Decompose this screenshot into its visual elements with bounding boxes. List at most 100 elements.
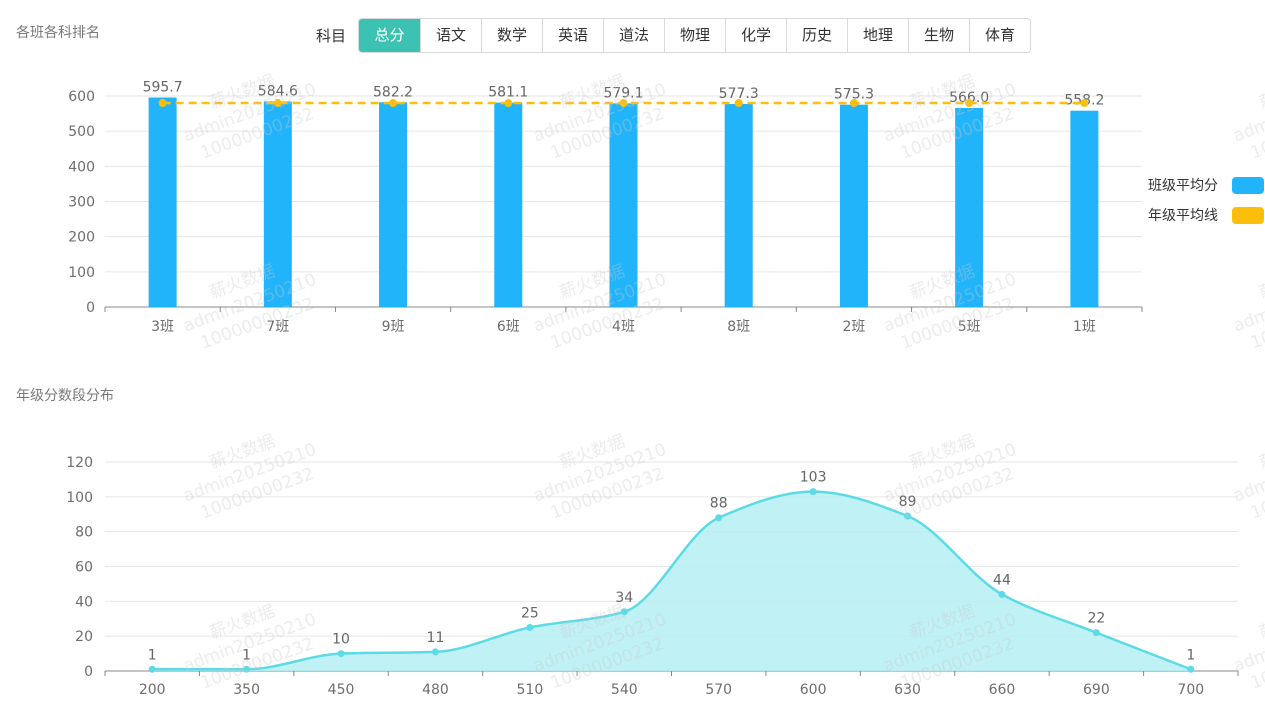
subject-filter-label: 科目 <box>316 26 347 45</box>
subject-tab[interactable]: 英语 <box>542 18 603 52</box>
y-tick-label: 300 <box>68 195 95 211</box>
data-point <box>1187 665 1195 673</box>
subject-tab[interactable]: 总分 <box>359 18 421 52</box>
x-tick-label: 570 <box>705 682 732 698</box>
data-label: 25 <box>521 605 539 621</box>
average-point <box>504 99 513 108</box>
data-point <box>148 665 156 673</box>
y-tick-label: 20 <box>75 629 93 645</box>
average-point <box>619 99 628 108</box>
data-label: 582.2 <box>373 84 413 100</box>
average-point <box>1080 99 1089 108</box>
y-tick-label: 200 <box>68 230 95 246</box>
x-tick-label: 660 <box>989 682 1016 698</box>
x-tick-label: 480 <box>422 682 449 698</box>
x-tick-label: 700 <box>1177 682 1204 698</box>
data-point <box>431 648 439 656</box>
distribution-area-chart: 0 20 40 60 80 100 120 1 200 1 350 10 450 11 480 25 510 34… <box>66 455 1239 698</box>
data-label: 34 <box>615 590 633 606</box>
data-label: 103 <box>800 470 827 486</box>
distribution-area <box>152 491 1191 671</box>
data-label: 1 <box>148 647 157 663</box>
x-tick-label: 630 <box>894 682 921 698</box>
subject-tab[interactable]: 历史 <box>786 18 847 52</box>
bar <box>839 104 868 308</box>
data-point <box>809 488 817 496</box>
bar <box>955 107 984 307</box>
subject-tab[interactable]: 道法 <box>603 18 664 52</box>
bar <box>263 101 292 307</box>
y-tick-label: 60 <box>75 560 93 576</box>
data-label: 584.6 <box>258 83 298 99</box>
distribution-chart-title: 年级分数段分布 <box>16 388 114 404</box>
y-tick-label: 40 <box>75 594 93 610</box>
y-tick-label: 600 <box>68 89 95 105</box>
data-label: 579.1 <box>603 85 643 101</box>
bar <box>379 102 408 307</box>
data-point <box>904 512 912 520</box>
average-point <box>849 99 858 108</box>
bar <box>724 103 753 307</box>
x-tick-label: 510 <box>517 682 544 698</box>
average-point <box>965 99 974 108</box>
x-tick-label: 9班 <box>382 319 405 335</box>
x-tick-label: 540 <box>611 682 638 698</box>
x-tick-label: 6班 <box>497 319 520 335</box>
data-label: 1 <box>242 647 251 663</box>
subject-tabs: 总分 语文 数学 英语 道法 物理 化学 历史 地理 生物 体育 <box>358 17 1032 53</box>
data-point <box>715 514 723 522</box>
average-point <box>158 99 167 108</box>
subject-tab[interactable]: 数学 <box>481 18 542 52</box>
x-tick-label: 350 <box>233 682 260 698</box>
data-point <box>1092 629 1100 637</box>
bar <box>1070 110 1099 307</box>
y-tick-label: 100 <box>68 265 95 281</box>
average-point <box>273 99 282 108</box>
x-tick-label: 1班 <box>1073 319 1096 335</box>
x-tick-label: 2班 <box>842 319 865 335</box>
x-tick-label: 450 <box>328 682 355 698</box>
y-tick-label: 500 <box>68 124 95 140</box>
data-point <box>243 665 251 673</box>
data-label: 581.1 <box>488 85 528 101</box>
x-tick-label: 600 <box>800 682 827 698</box>
data-label: 595.7 <box>143 80 183 96</box>
data-point <box>620 608 628 616</box>
y-tick-label: 0 <box>84 664 93 680</box>
y-tick-label: 80 <box>75 525 93 541</box>
bar <box>494 102 523 307</box>
bar <box>148 97 177 307</box>
x-tick-label: 3班 <box>151 319 174 335</box>
average-point <box>389 99 398 108</box>
ranking-chart-title: 各班各科排名 <box>16 25 100 41</box>
x-tick-label: 8班 <box>727 319 750 335</box>
subject-tab[interactable]: 化学 <box>725 18 786 52</box>
data-point <box>526 623 534 631</box>
x-tick-label: 7班 <box>266 319 289 335</box>
subject-tab[interactable]: 生物 <box>908 18 969 52</box>
data-label: 11 <box>427 630 445 646</box>
x-tick-label: 5班 <box>958 319 981 335</box>
y-tick-label: 120 <box>66 455 93 471</box>
data-label: 88 <box>710 496 728 512</box>
subject-filter: 科目 总分 语文 数学 英语 道法 物理 化学 历史 地理 生物 体育 <box>316 17 1032 53</box>
average-point <box>734 99 743 108</box>
data-point <box>998 590 1006 598</box>
y-tick-label: 100 <box>66 490 93 506</box>
subject-tab[interactable]: 体育 <box>969 18 1030 52</box>
x-tick-label: 4班 <box>612 319 635 335</box>
x-tick-label: 200 <box>139 682 166 698</box>
subject-tab[interactable]: 语文 <box>420 18 481 52</box>
data-label: 44 <box>993 572 1011 588</box>
data-label: 1 <box>1186 647 1195 663</box>
data-label: 10 <box>332 632 350 648</box>
y-tick-label: 400 <box>68 159 95 175</box>
y-tick-label: 0 <box>86 300 95 316</box>
subject-tab[interactable]: 物理 <box>664 18 725 52</box>
x-tick-label: 690 <box>1083 682 1110 698</box>
data-point <box>337 650 345 658</box>
data-label: 22 <box>1087 611 1105 627</box>
subject-tab[interactable]: 地理 <box>847 18 908 52</box>
bar <box>609 103 638 307</box>
ranking-bar-chart: 0 100 200 300 400 500 600 595.7 3班 584.6 7班 582.2 9班… <box>68 80 1143 335</box>
